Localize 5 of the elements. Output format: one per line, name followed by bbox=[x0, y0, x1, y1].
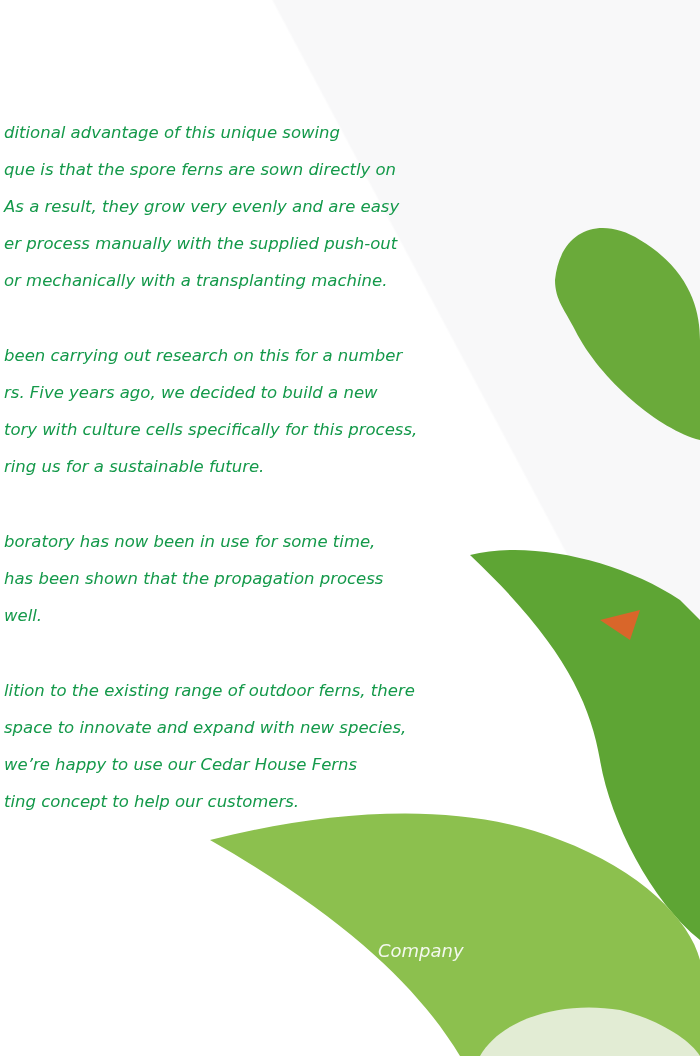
body-paragraph: been carrying out research on this for a number rs. Five years ago, we decided to build a new tory with culture cells specifically for this process, ring us for a sustainable future. bbox=[3, 345, 419, 478]
body-paragraph: ditional advantage of this unique sowing que is that the spore ferns are sown directly on As a result, they grow very evenly and are easy er process manually with the supplied push-out or mechanically with a transplanting machine. bbox=[2, 122, 401, 292]
body-paragraph: boratory has now been in use for some time, has been shown that the propagation process well. bbox=[3, 531, 385, 627]
photo-caption: Company bbox=[378, 940, 464, 961]
body-paragraph: lition to the existing range of outdoor ferns, there space to innovate and expand with new species, we’re happy to use our Cedar House Ferns ting concept to help our customers. bbox=[3, 680, 416, 813]
